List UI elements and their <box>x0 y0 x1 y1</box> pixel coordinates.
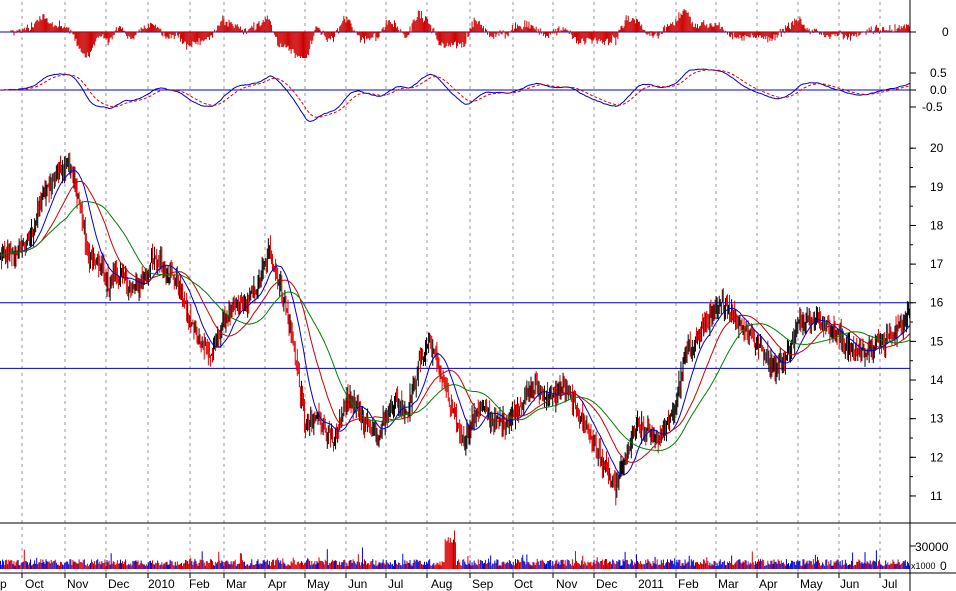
x-tick-label: Feb <box>189 577 210 591</box>
x-tick-label: 2010 <box>148 577 175 591</box>
x-tick-label: Apr <box>759 577 778 591</box>
price-tick-label: 15 <box>930 334 944 348</box>
ma-short-line <box>0 169 910 476</box>
volume-tick-label: 0 <box>940 559 947 573</box>
price-tick-label: 14 <box>930 373 944 387</box>
macd-tick-label: 0.0 <box>930 83 947 97</box>
x-tick-label: Nov <box>556 577 577 591</box>
oscillator-histogram-panel <box>0 8 910 58</box>
volume-multiplier-label: x1000 <box>911 561 936 571</box>
x-tick-label: Jul <box>882 577 897 591</box>
x-tick-label: Mar <box>718 577 739 591</box>
x-tick-label: Apr <box>268 577 287 591</box>
x-tick-label: Dec <box>596 577 617 591</box>
x-tick-label: Nov <box>67 577 88 591</box>
price-tick-label: 11 <box>930 489 943 503</box>
x-tick-label: Oct <box>25 577 44 591</box>
x-tick-label: Oct <box>514 577 533 591</box>
macd-tick-label: 0.5 <box>930 66 947 80</box>
x-tick-label: Jun <box>840 577 859 591</box>
histogram-tick-label: 0 <box>942 25 949 39</box>
price-tick-label: 19 <box>930 180 944 194</box>
x-tick-label: Jun <box>348 577 367 591</box>
x-tick-label: Mar <box>226 577 247 591</box>
x-tick-label: May <box>800 577 823 591</box>
price-tick-label: 16 <box>930 296 944 310</box>
x-tick-label: 2011 <box>638 577 664 591</box>
price-tick-label: 12 <box>930 450 944 464</box>
macd-tick-label: -0.5 <box>922 100 943 114</box>
x-tick-label: p <box>0 577 7 591</box>
price-panel <box>0 152 910 506</box>
x-tick-label: Dec <box>108 577 129 591</box>
price-tick-label: 20 <box>930 141 944 155</box>
volume-panel <box>0 530 910 569</box>
ma-long-line <box>0 201 910 452</box>
x-tick-label: Sep <box>472 577 494 591</box>
ma-mid-line <box>0 180 910 463</box>
stock-chart: 20 19 18 17 16 15 14 13 12 11 0 0.5 0.0 -0.5 30000 0 x10… <box>0 0 956 591</box>
price-tick-label: 18 <box>930 218 944 232</box>
x-tick-label: Aug <box>431 577 452 591</box>
x-tick-label: May <box>307 577 330 591</box>
panel-frames <box>0 0 956 591</box>
volume-tick-label: 30000 <box>915 540 949 554</box>
macd-signal-line <box>0 69 910 118</box>
x-tick-label: Jul <box>388 577 403 591</box>
price-tick-label: 13 <box>930 412 944 426</box>
x-tick-label: Feb <box>678 577 699 591</box>
price-tick-label: 17 <box>930 257 944 271</box>
vertical-gridlines <box>21 2 881 573</box>
macd-panel <box>0 68 910 122</box>
